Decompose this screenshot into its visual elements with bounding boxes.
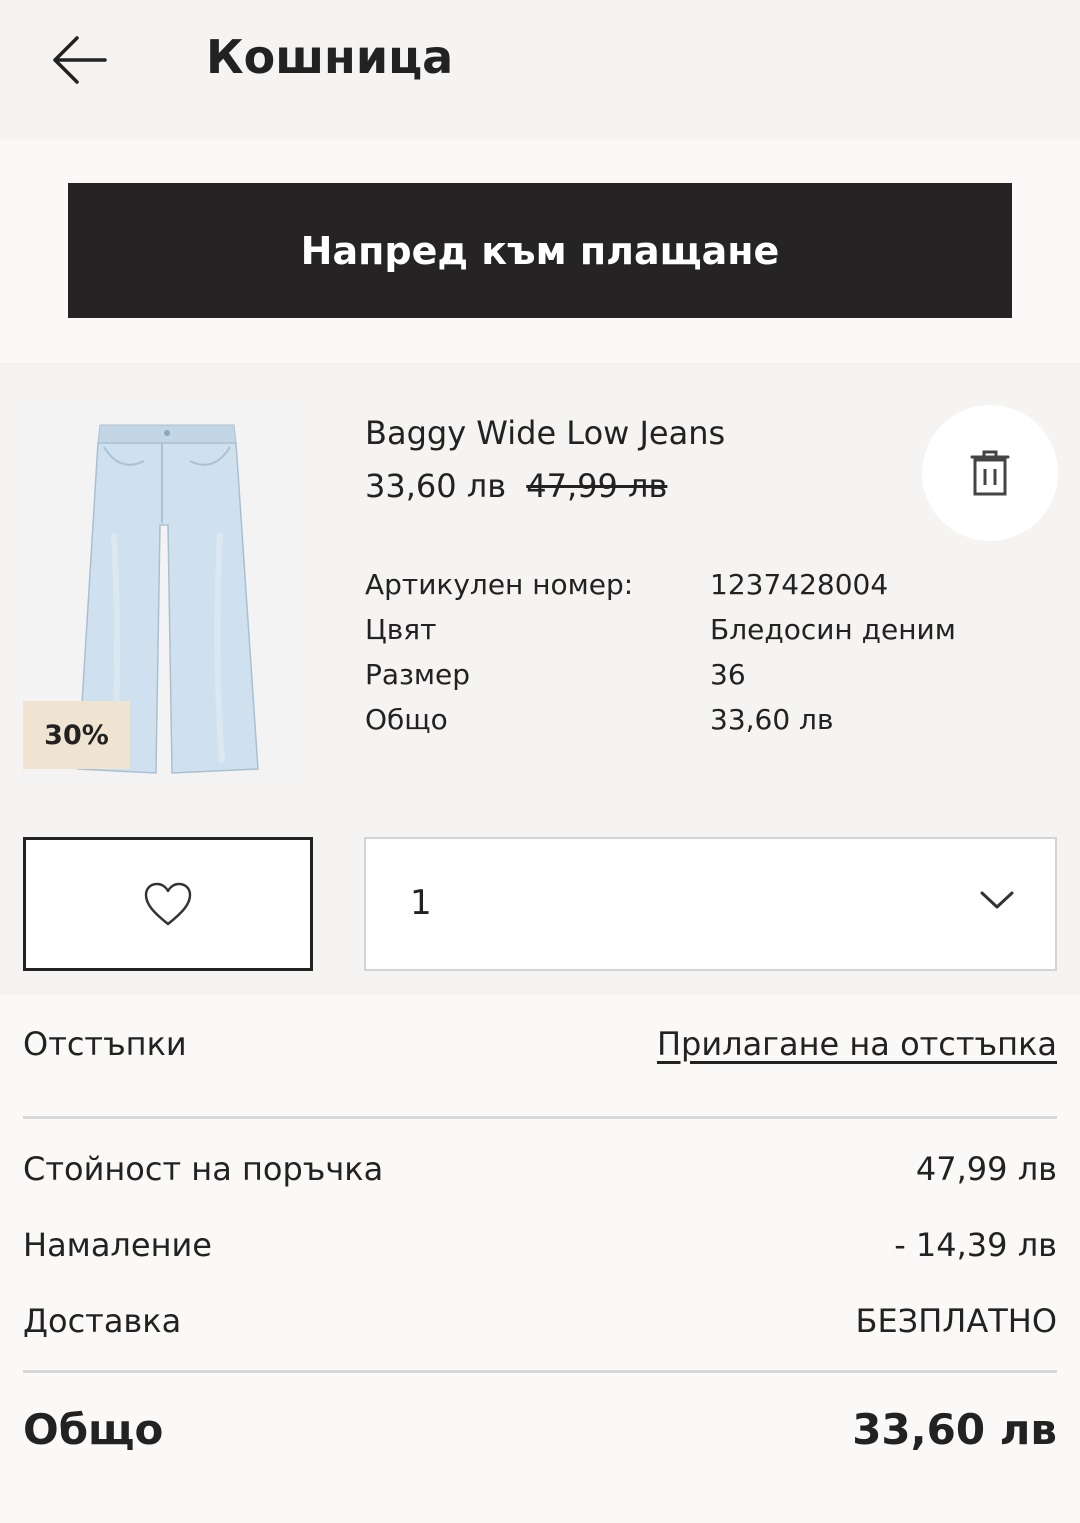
- delivery-row: Доставка БЕЗПЛАТНО: [23, 1302, 1057, 1340]
- cart-item: 30% Baggy Wide Low Jeans 33,60 лв 47,99 …: [0, 383, 1080, 995]
- chevron-down-icon: [980, 891, 1014, 909]
- delete-item-button[interactable]: [922, 405, 1058, 541]
- detail-label: Размер: [365, 658, 471, 691]
- header: Кошница: [0, 0, 1080, 140]
- favorite-button[interactable]: [23, 837, 313, 971]
- detail-value: 1237428004: [710, 568, 889, 601]
- item-details: Артикулен номер: 1237428004 Цвят Бледоси…: [365, 568, 1065, 748]
- detail-label: Цвят: [365, 613, 437, 646]
- total-label: Общо: [23, 1405, 164, 1454]
- divider: [23, 1116, 1057, 1119]
- delivery-value: БЕЗПЛАТНО: [855, 1302, 1058, 1340]
- total-value: 33,60 лв: [852, 1405, 1057, 1454]
- detail-value: 36: [710, 658, 746, 691]
- discounts-label: Отстъпки: [23, 1025, 187, 1063]
- back-arrow-icon: [53, 36, 107, 84]
- detail-value: 33,60 лв: [710, 703, 834, 736]
- price-row: 33,60 лв 47,99 лв: [365, 467, 667, 505]
- apply-discount-link[interactable]: Прилагане на отстъпка: [657, 1025, 1057, 1063]
- order-value-label: Стойност на поръчка: [23, 1150, 384, 1188]
- order-summary: Отстъпки Прилагане на отстъпка Стойност …: [0, 995, 1080, 1523]
- product-name[interactable]: Baggy Wide Low Jeans: [365, 414, 725, 452]
- quantity-select[interactable]: 1: [364, 837, 1057, 971]
- delivery-label: Доставка: [23, 1302, 182, 1340]
- reduction-label: Намаление: [23, 1226, 212, 1264]
- order-value-row: Стойност на поръчка 47,99 лв: [23, 1150, 1057, 1188]
- page-title: Кошница: [206, 30, 454, 84]
- total-row: Общо 33,60 лв: [23, 1405, 1057, 1454]
- detail-row-total: Общо 33,60 лв: [365, 703, 1065, 748]
- heart-icon: [144, 882, 192, 926]
- checkout-button[interactable]: Напред към плащане: [68, 183, 1012, 318]
- trash-icon: [970, 450, 1010, 496]
- detail-label: Общо: [365, 703, 448, 736]
- discount-badge: 30%: [23, 701, 130, 769]
- checkout-section: Напред към плащане: [0, 140, 1080, 363]
- current-price: 33,60 лв: [365, 467, 507, 505]
- detail-row-color: Цвят Бледосин деним: [365, 613, 1065, 658]
- order-value: 47,99 лв: [915, 1150, 1057, 1188]
- reduction-value: - 14,39 лв: [894, 1226, 1057, 1264]
- detail-row-size: Размер 36: [365, 658, 1065, 703]
- quantity-value: 1: [410, 883, 432, 923]
- back-button[interactable]: [44, 28, 114, 92]
- old-price: 47,99 лв: [526, 467, 668, 505]
- detail-value: Бледосин деним: [710, 613, 956, 646]
- reduction-row: Намаление - 14,39 лв: [23, 1226, 1057, 1264]
- divider: [23, 1370, 1057, 1373]
- discounts-row: Отстъпки Прилагане на отстъпка: [23, 1025, 1057, 1063]
- detail-label: Артикулен номер:: [365, 568, 634, 601]
- detail-row-article: Артикулен номер: 1237428004: [365, 568, 1065, 613]
